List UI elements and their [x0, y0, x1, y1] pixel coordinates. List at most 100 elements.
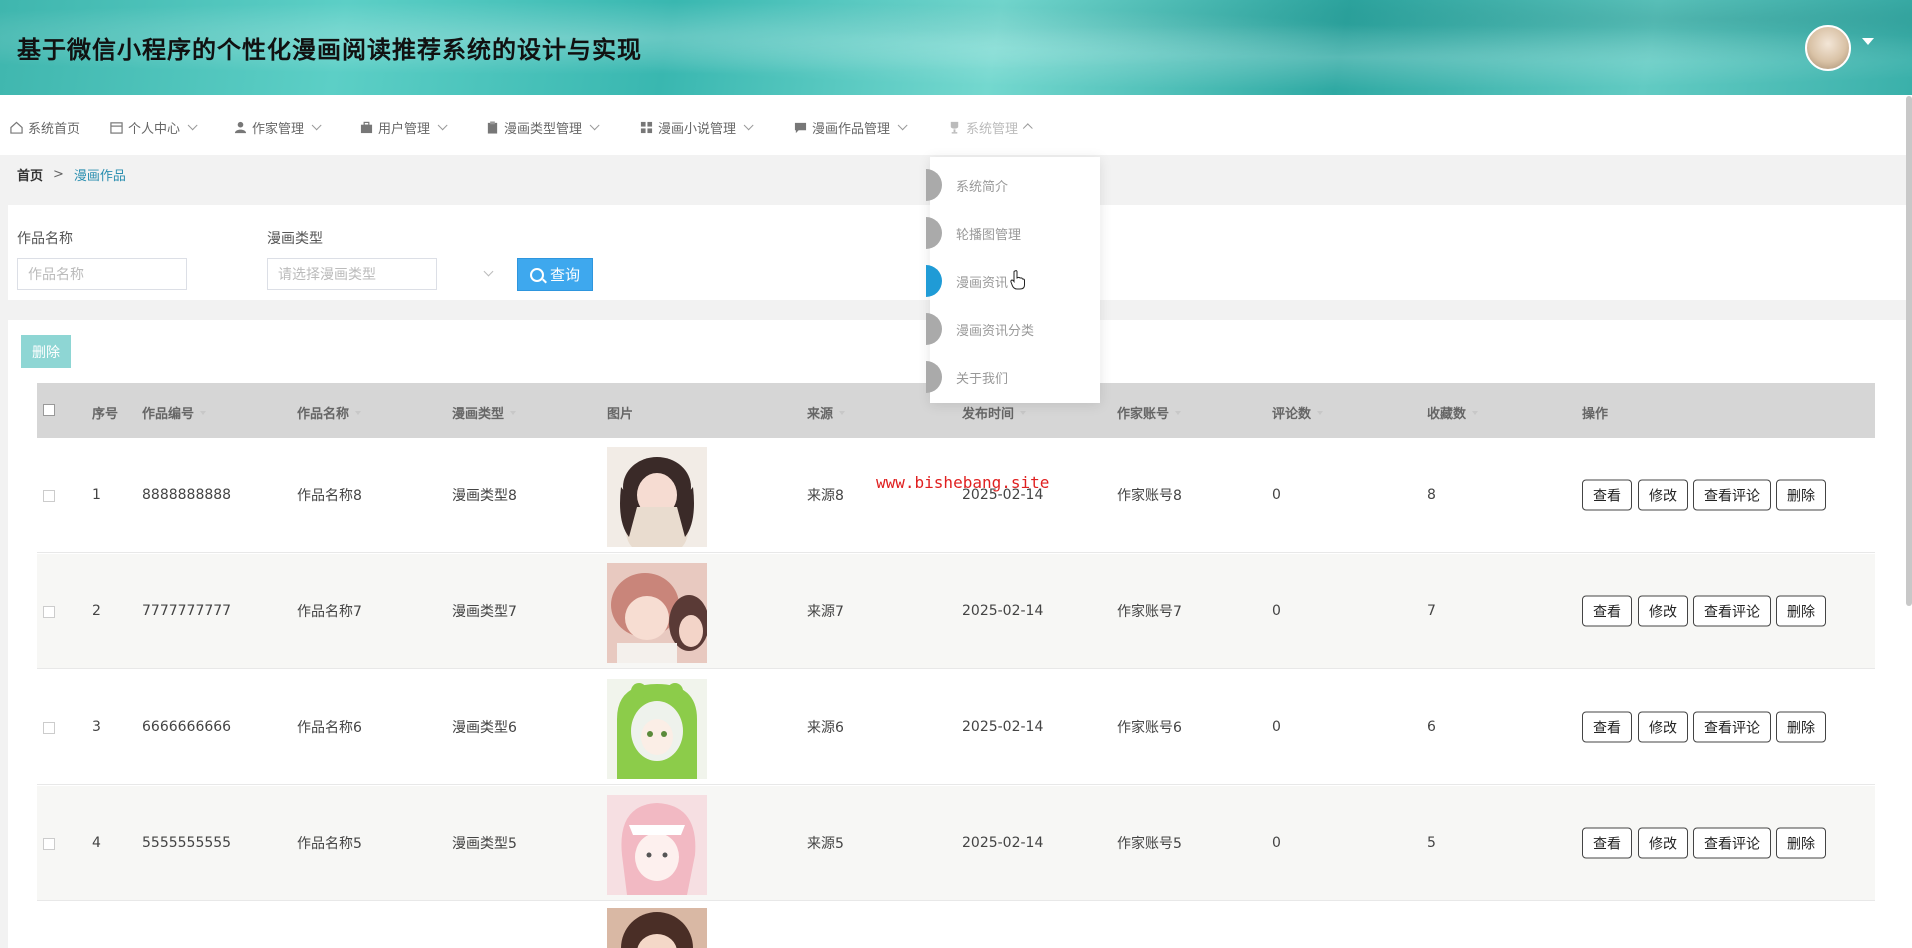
dropdown-item-carousel[interactable]: 轮播图管理	[926, 209, 1100, 257]
delete-row-button[interactable]: 删除	[1776, 827, 1826, 859]
row-type: 漫画类型6	[452, 720, 517, 736]
col-favorites[interactable]: 收藏数	[1427, 403, 1479, 422]
sort-icon	[200, 410, 207, 415]
col-index: 序号	[92, 407, 119, 422]
nav-item-author-management[interactable]: 作家管理	[234, 117, 322, 137]
sort-icon	[1175, 410, 1182, 415]
dropdown-dot-active	[926, 265, 942, 297]
table-row: 2 7777777777 作品名称7 漫画类型7 来源7 2025-02-14 …	[37, 554, 1875, 669]
delete-row-button[interactable]: 删除	[1776, 711, 1826, 743]
breadcrumb: 首页 > 漫画作品	[17, 165, 126, 184]
nav-label: 漫画小说管理	[658, 121, 737, 137]
row-thumbnail[interactable]	[607, 679, 707, 779]
col-image: 图片	[607, 407, 634, 422]
row-source: 来源6	[807, 720, 844, 736]
row-favorites: 5	[1427, 835, 1436, 851]
col-author[interactable]: 作家账号	[1117, 403, 1182, 422]
nav-item-system-management[interactable]: 系统管理	[948, 117, 1033, 137]
row-code: 8888888888	[142, 487, 232, 503]
col-name[interactable]: 作品名称	[297, 403, 362, 422]
row-thumbnail[interactable]	[607, 447, 707, 547]
app-header: 基于微信小程序的个性化漫画阅读推荐系统的设计与实现	[0, 0, 1912, 95]
comic-type-label: 漫画类型	[267, 231, 323, 247]
row-favorites: 8	[1427, 487, 1436, 503]
dropdown-item-system-intro[interactable]: 系统简介	[926, 161, 1100, 209]
user-avatar[interactable]	[1805, 25, 1851, 71]
view-button[interactable]: 查看	[1582, 595, 1632, 627]
nav-item-comic-novel-management[interactable]: 漫画小说管理	[640, 117, 754, 137]
row-checkbox[interactable]	[43, 838, 55, 850]
trophy-icon	[950, 121, 959, 134]
col-comments[interactable]: 评论数	[1272, 403, 1324, 422]
chevron-down-icon	[897, 119, 908, 130]
view-comments-button[interactable]: 查看评论	[1693, 479, 1771, 511]
edit-button[interactable]: 修改	[1638, 595, 1688, 627]
bulk-delete-button[interactable]: 删除	[21, 335, 71, 368]
nav-item-user-management[interactable]: 用户管理	[360, 117, 448, 137]
row-thumbnail[interactable]	[607, 563, 707, 663]
sort-icon	[1020, 410, 1027, 415]
col-date[interactable]: 发布时间	[962, 403, 1027, 422]
chevron-down-icon	[437, 119, 448, 130]
query-button-label: 查询	[549, 266, 580, 284]
sort-icon	[510, 410, 517, 415]
col-code[interactable]: 作品编号	[142, 403, 207, 422]
row-checkbox[interactable]	[43, 490, 55, 502]
edit-button[interactable]: 修改	[1638, 479, 1688, 511]
row-thumbnail[interactable]	[607, 908, 707, 948]
view-comments-button[interactable]: 查看评论	[1693, 711, 1771, 743]
dropdown-dot	[926, 361, 942, 393]
row-checkbox[interactable]	[43, 606, 55, 618]
view-comments-button[interactable]: 查看评论	[1693, 827, 1771, 859]
row-source: 来源7	[807, 604, 844, 620]
breadcrumb-current: 漫画作品	[73, 169, 126, 184]
breadcrumb-home[interactable]: 首页	[17, 165, 43, 184]
page-scrollbar[interactable]	[1906, 96, 1912, 606]
delete-row-button[interactable]: 删除	[1776, 595, 1826, 627]
row-thumbnail[interactable]	[607, 795, 707, 895]
view-button[interactable]: 查看	[1582, 827, 1632, 859]
view-button[interactable]: 查看	[1582, 711, 1632, 743]
edit-button[interactable]: 修改	[1638, 711, 1688, 743]
row-name: 作品名称7	[297, 604, 362, 620]
chevron-up-icon	[1022, 122, 1033, 133]
comic-type-select[interactable]: 请选择漫画类型	[267, 258, 437, 290]
col-type[interactable]: 漫画类型	[452, 403, 517, 422]
sort-icon	[839, 410, 846, 415]
nav-item-comic-type-management[interactable]: 漫画类型管理	[486, 117, 600, 137]
nav-item-personal-center[interactable]: 个人中心	[110, 117, 198, 137]
nav-item-home[interactable]: 系统首页	[10, 117, 80, 137]
select-all-checkbox[interactable]	[43, 404, 55, 416]
row-checkbox[interactable]	[43, 722, 55, 734]
query-button[interactable]: 查询	[517, 258, 593, 291]
work-name-input[interactable]: 作品名称	[17, 258, 187, 290]
row-comments: 0	[1272, 719, 1281, 735]
dropdown-item-news-category[interactable]: 漫画资讯分类	[926, 305, 1100, 353]
nav-label: 漫画类型管理	[504, 121, 583, 137]
row-type: 漫画类型8	[452, 488, 517, 504]
col-actions: 操作	[1582, 407, 1609, 422]
clipboard-icon	[487, 120, 498, 134]
work-name-label: 作品名称	[17, 231, 73, 247]
nav-item-comic-work-management[interactable]: 漫画作品管理	[794, 117, 908, 137]
row-comments: 0	[1272, 835, 1281, 851]
edit-button[interactable]: 修改	[1638, 827, 1688, 859]
row-type: 漫画类型5	[452, 836, 517, 852]
dropdown-item-about-us[interactable]: 关于我们	[926, 353, 1100, 401]
row-code: 7777777777	[142, 603, 232, 619]
table-row: 3 6666666666 作品名称6 漫画类型6 来源6 2025-02-14 …	[37, 670, 1875, 785]
delete-row-button[interactable]: 删除	[1776, 479, 1826, 511]
col-source[interactable]: 来源	[807, 403, 846, 422]
row-source: 来源8	[807, 488, 844, 504]
nav-label: 个人中心	[128, 121, 181, 137]
avatar-dropdown-caret-icon[interactable]	[1862, 38, 1874, 45]
view-comments-button[interactable]: 查看评论	[1693, 595, 1771, 627]
watermark-text: www.bishebang.site	[876, 473, 1050, 492]
nav-label: 作家管理	[252, 121, 305, 137]
row-code: 6666666666	[142, 719, 232, 735]
row-author: 作家账号6	[1117, 720, 1182, 736]
row-index: 3	[92, 719, 101, 735]
top-nav: 系统首页 个人中心 作家管理 用户管理 漫画类型管理 漫画小说管理 漫画作品管理…	[0, 95, 1912, 155]
sort-icon	[355, 410, 362, 415]
view-button[interactable]: 查看	[1582, 479, 1632, 511]
